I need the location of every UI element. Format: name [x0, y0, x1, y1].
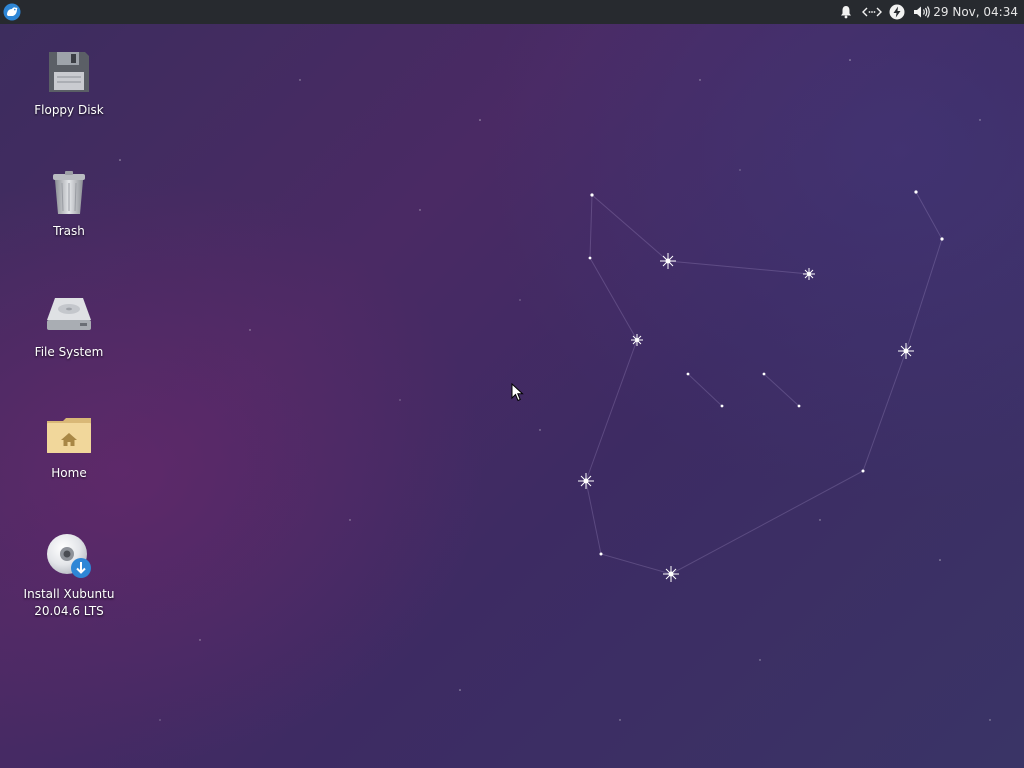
- xfce-mouse-logo-icon: [3, 3, 21, 21]
- desktop-icon-file-system[interactable]: File System: [18, 290, 120, 361]
- desktop-icon-label: Floppy Disk: [34, 103, 104, 117]
- desktop[interactable]: 29 Nov, 04:34 Floppy Disk Trash File Sys…: [0, 0, 1024, 768]
- power-manager-icon: [889, 4, 905, 20]
- desktop-icon-label: Trash: [53, 224, 85, 238]
- top-panel: 29 Nov, 04:34: [0, 0, 1024, 24]
- install-label-line1: Install Xubuntu: [23, 587, 115, 601]
- clock[interactable]: 29 Nov, 04:34: [929, 0, 1022, 24]
- desktop-icon-label: Install Xubuntu 20.04.6 LTS: [18, 586, 120, 620]
- mouse-pointer-icon: [511, 383, 524, 402]
- floppy-disk-icon: [49, 52, 89, 92]
- desktop-icon-install-xubuntu[interactable]: Install Xubuntu 20.04.6 LTS: [18, 532, 120, 620]
- network-wired-icon: [862, 7, 882, 17]
- notification-button[interactable]: [836, 0, 856, 24]
- desktop-icon-floppy-disk[interactable]: Floppy Disk: [18, 48, 120, 119]
- install-label-line2: 20.04.6 LTS: [34, 604, 104, 618]
- desktop-icon-trash[interactable]: Trash: [18, 169, 120, 240]
- notification-bell-icon: [841, 6, 851, 19]
- desktop-icon-label: File System: [34, 345, 104, 359]
- hard-drive-icon: [47, 298, 91, 330]
- desktop-icon-label: Home: [51, 466, 87, 480]
- applications-menu-button[interactable]: [0, 0, 24, 24]
- install-disc-icon: [47, 534, 91, 578]
- desktop-icon-home[interactable]: Home: [18, 411, 120, 482]
- power-manager-button[interactable]: [887, 0, 907, 24]
- home-folder-icon: [47, 418, 91, 453]
- trash-icon: [53, 171, 85, 214]
- network-button[interactable]: [860, 0, 884, 24]
